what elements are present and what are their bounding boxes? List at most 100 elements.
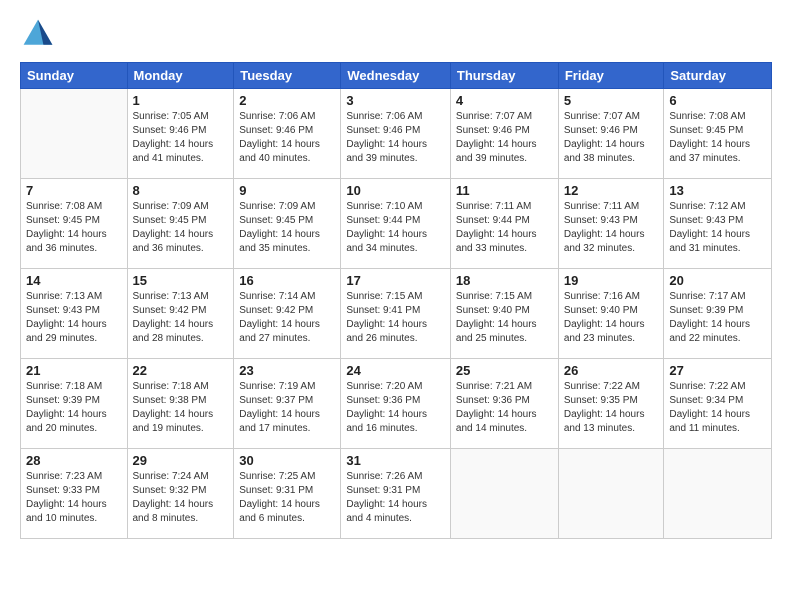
day-info: Sunrise: 7:09 AMSunset: 9:45 PMDaylight:… — [239, 200, 335, 256]
day-info: Sunrise: 7:12 AMSunset: 9:43 PMDaylight:… — [669, 200, 766, 256]
table-row: 12 Sunrise: 7:11 AMSunset: 9:43 PMDayligh… — [558, 179, 664, 269]
table-row: 22 Sunrise: 7:18 AMSunset: 9:38 PMDayligh… — [127, 359, 234, 449]
table-row: 29 Sunrise: 7:24 AMSunset: 9:32 PMDayligh… — [127, 449, 234, 539]
table-row: 9 Sunrise: 7:09 AMSunset: 9:45 PMDaylight… — [234, 179, 341, 269]
logo — [20, 16, 60, 52]
day-info: Sunrise: 7:22 AMSunset: 9:34 PMDaylight:… — [669, 380, 766, 436]
table-row: 26 Sunrise: 7:22 AMSunset: 9:35 PMDayligh… — [558, 359, 664, 449]
table-row: 3 Sunrise: 7:06 AMSunset: 9:46 PMDaylight… — [341, 89, 451, 179]
calendar-week-row: 7Sunrise: 7:08 AMSunset: 9:45 PMDaylight… — [21, 179, 772, 269]
day-number: 9 — [239, 183, 335, 198]
col-thursday: Thursday — [450, 63, 558, 89]
day-number: 25 — [456, 363, 553, 378]
day-number: 14 — [26, 273, 122, 288]
table-row: 21Sunrise: 7:18 AMSunset: 9:39 PMDayligh… — [21, 359, 128, 449]
day-info: Sunrise: 7:13 AMSunset: 9:42 PMDaylight:… — [133, 290, 229, 346]
day-info: Sunrise: 7:20 AMSunset: 9:36 PMDaylight:… — [346, 380, 445, 436]
day-info: Sunrise: 7:07 AMSunset: 9:46 PMDaylight:… — [456, 110, 553, 166]
day-info: Sunrise: 7:18 AMSunset: 9:39 PMDaylight:… — [26, 380, 122, 436]
table-row: 4 Sunrise: 7:07 AMSunset: 9:46 PMDaylight… — [450, 89, 558, 179]
table-row: 27Sunrise: 7:22 AMSunset: 9:34 PMDayligh… — [664, 359, 772, 449]
day-number: 29 — [133, 453, 229, 468]
calendar-week-row: 14 Sunrise: 7:13 AMSunset: 9:43 PMDayligh… — [21, 269, 772, 359]
day-number: 2 — [239, 93, 335, 108]
day-info: Sunrise: 7:21 AMSunset: 9:36 PMDaylight:… — [456, 380, 553, 436]
calendar-header-row: Sunday Monday Tuesday Wednesday Thursday… — [21, 63, 772, 89]
day-info: Sunrise: 7:26 AMSunset: 9:31 PMDaylight:… — [346, 470, 445, 526]
day-number: 3 — [346, 93, 445, 108]
table-row: 17 Sunrise: 7:15 AMSunset: 9:41 PMDayligh… — [341, 269, 451, 359]
day-info: Sunrise: 7:09 AMSunset: 9:45 PMDaylight:… — [133, 200, 229, 256]
day-number: 17 — [346, 273, 445, 288]
table-row: 8 Sunrise: 7:09 AMSunset: 9:45 PMDaylight… — [127, 179, 234, 269]
table-row: 23 Sunrise: 7:19 AMSunset: 9:37 PMDayligh… — [234, 359, 341, 449]
day-info: Sunrise: 7:08 AMSunset: 9:45 PMDaylight:… — [669, 110, 766, 166]
day-number: 22 — [133, 363, 229, 378]
day-number: 13 — [669, 183, 766, 198]
calendar-table: Sunday Monday Tuesday Wednesday Thursday… — [20, 62, 772, 539]
table-row: 16 Sunrise: 7:14 AMSunset: 9:42 PMDayligh… — [234, 269, 341, 359]
day-info: Sunrise: 7:11 AMSunset: 9:43 PMDaylight:… — [564, 200, 659, 256]
table-row: 10Sunrise: 7:10 AMSunset: 9:44 PMDayligh… — [341, 179, 451, 269]
day-number: 31 — [346, 453, 445, 468]
day-info: Sunrise: 7:15 AMSunset: 9:41 PMDaylight:… — [346, 290, 445, 346]
table-row: 11Sunrise: 7:11 AMSunset: 9:44 PMDayligh… — [450, 179, 558, 269]
table-row: 24 Sunrise: 7:20 AMSunset: 9:36 PMDayligh… — [341, 359, 451, 449]
table-row: 19 Sunrise: 7:16 AMSunset: 9:40 PMDayligh… — [558, 269, 664, 359]
day-info: Sunrise: 7:16 AMSunset: 9:40 PMDaylight:… — [564, 290, 659, 346]
table-row — [664, 449, 772, 539]
col-saturday: Saturday — [664, 63, 772, 89]
day-info: Sunrise: 7:22 AMSunset: 9:35 PMDaylight:… — [564, 380, 659, 436]
col-monday: Monday — [127, 63, 234, 89]
table-row: 30 Sunrise: 7:25 AMSunset: 9:31 PMDayligh… — [234, 449, 341, 539]
table-row: 28 Sunrise: 7:23 AMSunset: 9:33 PMDayligh… — [21, 449, 128, 539]
table-row: 13 Sunrise: 7:12 AMSunset: 9:43 PMDayligh… — [664, 179, 772, 269]
col-friday: Friday — [558, 63, 664, 89]
table-row: 18 Sunrise: 7:15 AMSunset: 9:40 PMDayligh… — [450, 269, 558, 359]
table-row — [450, 449, 558, 539]
table-row: 25 Sunrise: 7:21 AMSunset: 9:36 PMDayligh… — [450, 359, 558, 449]
day-info: Sunrise: 7:13 AMSunset: 9:43 PMDaylight:… — [26, 290, 122, 346]
table-row: 1Sunrise: 7:05 AMSunset: 9:46 PMDaylight… — [127, 89, 234, 179]
day-info: Sunrise: 7:14 AMSunset: 9:42 PMDaylight:… — [239, 290, 335, 346]
day-info: Sunrise: 7:19 AMSunset: 9:37 PMDaylight:… — [239, 380, 335, 436]
day-number: 28 — [26, 453, 122, 468]
day-number: 15 — [133, 273, 229, 288]
day-info: Sunrise: 7:23 AMSunset: 9:33 PMDaylight:… — [26, 470, 122, 526]
col-tuesday: Tuesday — [234, 63, 341, 89]
day-number: 18 — [456, 273, 553, 288]
table-row — [21, 89, 128, 179]
day-number: 20 — [669, 273, 766, 288]
day-info: Sunrise: 7:24 AMSunset: 9:32 PMDaylight:… — [133, 470, 229, 526]
day-number: 8 — [133, 183, 229, 198]
logo-icon — [20, 16, 56, 52]
table-row: 2 Sunrise: 7:06 AMSunset: 9:46 PMDaylight… — [234, 89, 341, 179]
day-number: 12 — [564, 183, 659, 198]
table-row — [558, 449, 664, 539]
day-number: 7 — [26, 183, 122, 198]
col-sunday: Sunday — [21, 63, 128, 89]
day-info: Sunrise: 7:17 AMSunset: 9:39 PMDaylight:… — [669, 290, 766, 346]
day-info: Sunrise: 7:10 AMSunset: 9:44 PMDaylight:… — [346, 200, 445, 256]
table-row: 5Sunrise: 7:07 AMSunset: 9:46 PMDaylight… — [558, 89, 664, 179]
calendar-week-row: 21Sunrise: 7:18 AMSunset: 9:39 PMDayligh… — [21, 359, 772, 449]
day-number: 24 — [346, 363, 445, 378]
day-info: Sunrise: 7:15 AMSunset: 9:40 PMDaylight:… — [456, 290, 553, 346]
day-number: 26 — [564, 363, 659, 378]
page: Sunday Monday Tuesday Wednesday Thursday… — [0, 0, 792, 555]
table-row: 7Sunrise: 7:08 AMSunset: 9:45 PMDaylight… — [21, 179, 128, 269]
day-number: 16 — [239, 273, 335, 288]
day-info: Sunrise: 7:06 AMSunset: 9:46 PMDaylight:… — [239, 110, 335, 166]
day-number: 30 — [239, 453, 335, 468]
day-info: Sunrise: 7:11 AMSunset: 9:44 PMDaylight:… — [456, 200, 553, 256]
day-info: Sunrise: 7:18 AMSunset: 9:38 PMDaylight:… — [133, 380, 229, 436]
calendar-week-row: 1Sunrise: 7:05 AMSunset: 9:46 PMDaylight… — [21, 89, 772, 179]
table-row: 6Sunrise: 7:08 AMSunset: 9:45 PMDaylight… — [664, 89, 772, 179]
day-number: 4 — [456, 93, 553, 108]
day-number: 19 — [564, 273, 659, 288]
day-info: Sunrise: 7:06 AMSunset: 9:46 PMDaylight:… — [346, 110, 445, 166]
day-info: Sunrise: 7:25 AMSunset: 9:31 PMDaylight:… — [239, 470, 335, 526]
table-row: 15 Sunrise: 7:13 AMSunset: 9:42 PMDayligh… — [127, 269, 234, 359]
day-number: 5 — [564, 93, 659, 108]
day-number: 23 — [239, 363, 335, 378]
